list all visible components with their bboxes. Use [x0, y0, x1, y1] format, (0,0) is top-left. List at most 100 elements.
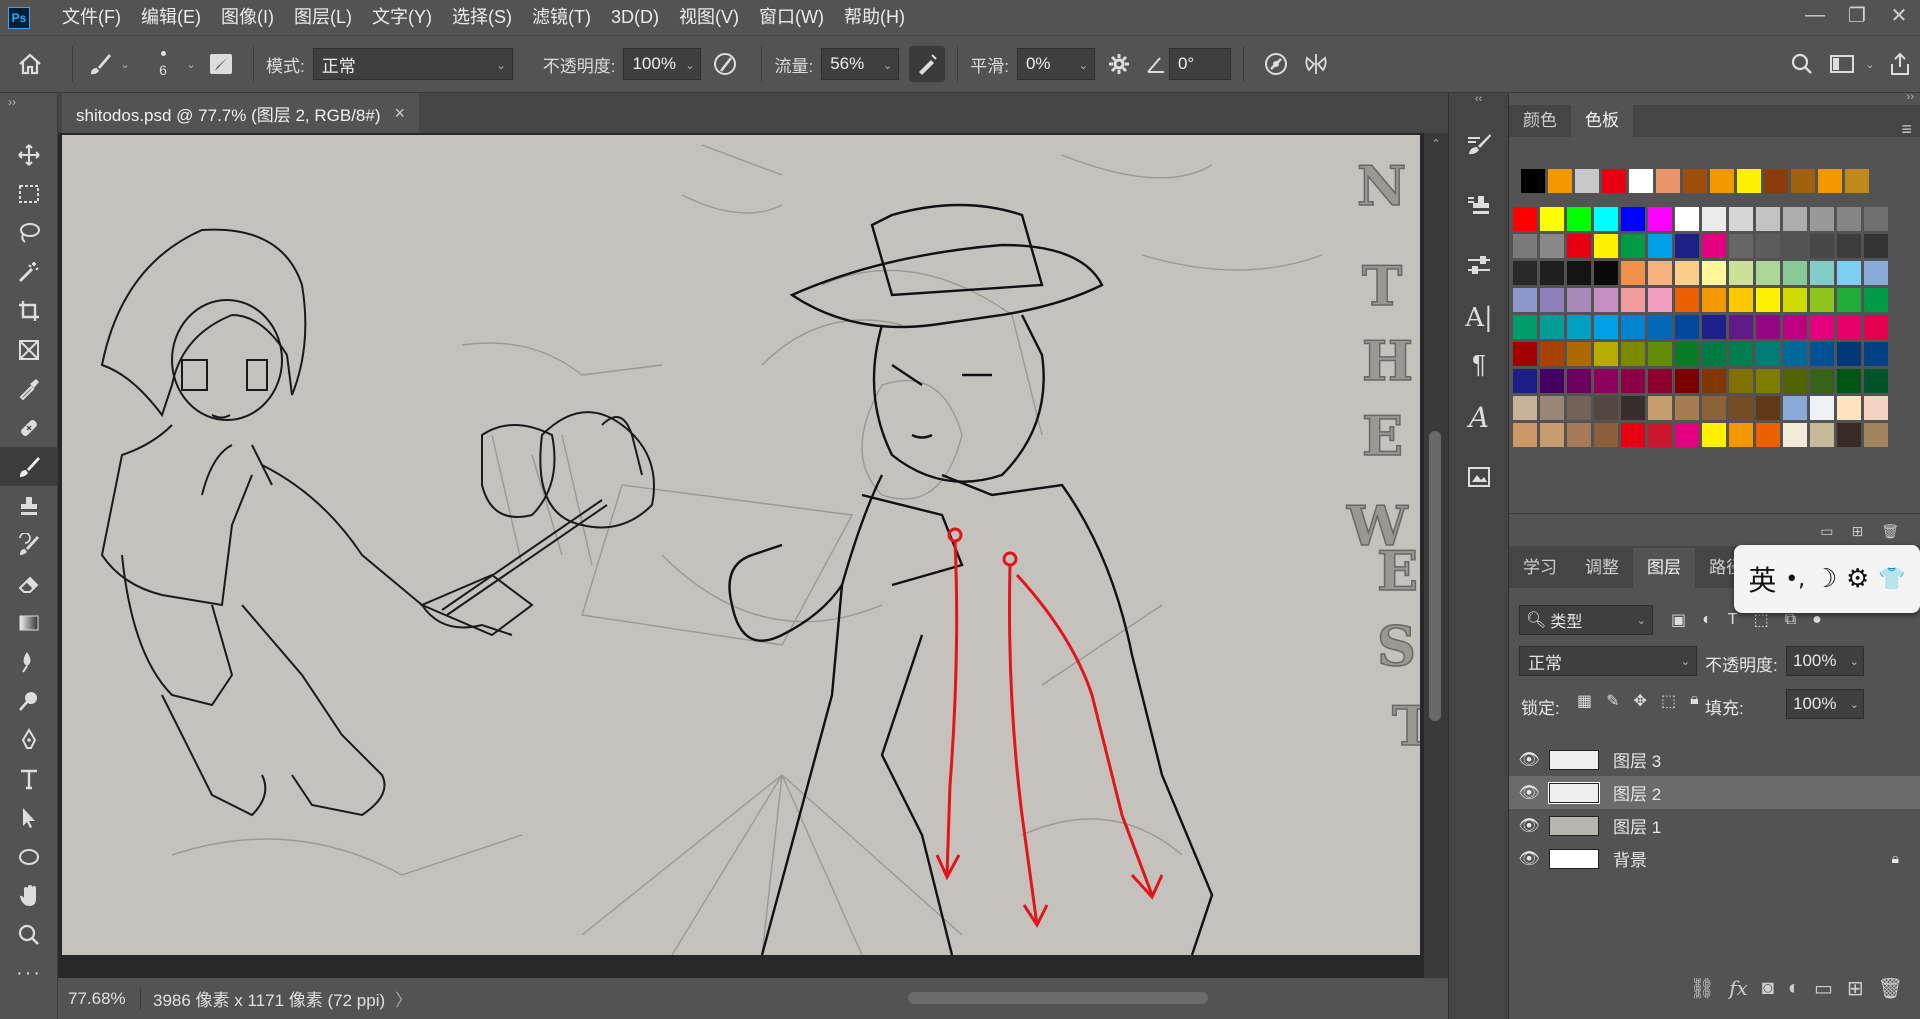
color-swatch[interactable] [1729, 234, 1753, 258]
color-swatch[interactable] [1594, 315, 1618, 339]
color-swatch[interactable] [1837, 234, 1861, 258]
color-swatch[interactable] [1648, 423, 1672, 447]
fx-icon[interactable]: fx [1729, 976, 1748, 1000]
color-swatch[interactable] [1702, 396, 1726, 420]
color-swatch[interactable] [1783, 369, 1807, 393]
color-swatch[interactable] [1513, 423, 1537, 447]
color-swatch[interactable] [1756, 261, 1780, 285]
tab-layers[interactable]: 图层 [1633, 548, 1695, 588]
color-swatch[interactable] [1540, 423, 1564, 447]
color-swatch[interactable] [1702, 315, 1726, 339]
color-swatch[interactable] [1702, 288, 1726, 312]
lock-paint-icon[interactable]: ✎ [1606, 691, 1619, 711]
color-swatch[interactable] [1729, 288, 1753, 312]
delete-layer-icon[interactable]: 🗑 [1878, 976, 1903, 1001]
pen-tool-icon[interactable] [0, 720, 58, 759]
menu-file[interactable]: 文件(F) [52, 0, 131, 35]
marquee-tool-icon[interactable] [0, 174, 58, 213]
layer-filter-select[interactable]: 🔍︎ 类型 ⌄ [1519, 605, 1653, 635]
color-swatch[interactable] [1702, 369, 1726, 393]
color-swatch[interactable] [1594, 423, 1618, 447]
color-swatch[interactable] [1783, 396, 1807, 420]
blend-mode-select[interactable]: 正常 ⌄ [1519, 646, 1697, 676]
home-icon[interactable] [0, 52, 60, 76]
dodge-tool-icon[interactable] [0, 681, 58, 720]
new-layer-icon[interactable]: ⊞ [1847, 976, 1864, 1001]
color-swatch[interactable] [1521, 169, 1545, 193]
vertical-scrollbar[interactable]: ⌃ [1424, 133, 1448, 978]
color-swatch[interactable] [1864, 396, 1888, 420]
color-swatch[interactable] [1864, 423, 1888, 447]
chevron-down-icon[interactable]: ⌄ [1860, 58, 1880, 71]
tab-adjustments[interactable]: 调整 [1571, 548, 1633, 588]
color-swatch[interactable] [1810, 234, 1834, 258]
share-icon[interactable] [1880, 52, 1920, 76]
color-swatch[interactable] [1648, 396, 1672, 420]
canvas-area[interactable]: N T H E W E S T [58, 133, 1448, 978]
workspace-icon[interactable] [1824, 54, 1860, 74]
color-swatch[interactable] [1756, 342, 1780, 366]
visibility-eye-icon[interactable]: 👁︎ [1509, 816, 1549, 836]
color-swatch[interactable] [1756, 207, 1780, 231]
more-tools-icon[interactable]: ··· [0, 954, 58, 993]
color-swatch[interactable] [1756, 396, 1780, 420]
color-swatch[interactable] [1540, 261, 1564, 285]
color-swatch[interactable] [1791, 169, 1815, 193]
gear-icon[interactable] [1095, 52, 1143, 76]
pixel-filter-icon[interactable]: ▣ [1671, 610, 1686, 630]
libraries-panel-icon[interactable] [1449, 447, 1509, 507]
menu-layer[interactable]: 图层(L) [284, 0, 362, 35]
crop-tool-icon[interactable] [0, 291, 58, 330]
type-filter-icon[interactable]: T [1728, 611, 1738, 629]
color-swatch[interactable] [1702, 207, 1726, 231]
zoom-level[interactable]: 77.68% [68, 989, 128, 1009]
color-swatch[interactable] [1683, 169, 1707, 193]
color-swatch[interactable] [1810, 315, 1834, 339]
visibility-eye-icon[interactable]: 👁︎ [1509, 783, 1549, 803]
trash-icon[interactable]: 🗑 [1881, 523, 1899, 541]
color-swatch[interactable] [1648, 315, 1672, 339]
color-swatch[interactable] [1648, 342, 1672, 366]
color-swatch[interactable] [1864, 288, 1888, 312]
color-swatch[interactable] [1621, 342, 1645, 366]
path-selection-tool-icon[interactable] [0, 798, 58, 837]
menu-select[interactable]: 选择(S) [442, 0, 522, 35]
color-swatch[interactable] [1702, 342, 1726, 366]
color-swatch[interactable] [1594, 396, 1618, 420]
collapse-strip-icon[interactable]: ‹‹ [1449, 93, 1508, 115]
color-swatch[interactable] [1540, 315, 1564, 339]
menu-image[interactable]: 图像(I) [211, 0, 284, 35]
shape-filter-icon[interactable]: ⬚ [1754, 610, 1769, 630]
opacity-input[interactable]: 100% ⌄ [623, 48, 702, 80]
color-swatch[interactable] [1837, 288, 1861, 312]
brush-settings-icon[interactable] [1449, 115, 1509, 175]
color-swatch[interactable] [1818, 169, 1842, 193]
color-swatch[interactable] [1602, 169, 1626, 193]
brush-settings-panel-icon[interactable] [201, 52, 241, 76]
horizontal-scroll-thumb[interactable] [908, 992, 1208, 1004]
adjustment-filter-icon[interactable]: ◐ [1702, 611, 1712, 629]
color-swatch[interactable] [1864, 234, 1888, 258]
smart-object-filter-icon[interactable]: ⧉ [1785, 611, 1796, 629]
layer-opacity-input[interactable]: 100% ⌄ [1786, 646, 1864, 676]
moon-icon[interactable]: ☽ [1814, 564, 1837, 594]
color-swatch[interactable] [1621, 423, 1645, 447]
color-swatch[interactable] [1513, 288, 1537, 312]
color-swatch[interactable] [1540, 369, 1564, 393]
pressure-size-icon[interactable] [1256, 52, 1296, 76]
color-swatch[interactable] [1783, 315, 1807, 339]
minimize-button[interactable]: — [1794, 0, 1836, 30]
add-mask-icon[interactable]: ◙ [1762, 977, 1774, 1000]
history-brush-tool-icon[interactable] [0, 525, 58, 564]
adjust-sliders-icon[interactable] [1449, 235, 1509, 295]
gradient-tool-icon[interactable] [0, 603, 58, 642]
color-swatch[interactable] [1783, 234, 1807, 258]
color-swatch[interactable] [1837, 261, 1861, 285]
gear-icon[interactable]: ⚙ [1846, 564, 1869, 594]
color-swatch[interactable] [1837, 423, 1861, 447]
color-swatch[interactable] [1756, 423, 1780, 447]
color-swatch[interactable] [1648, 369, 1672, 393]
color-swatch[interactable] [1540, 234, 1564, 258]
color-swatch[interactable] [1837, 369, 1861, 393]
scroll-up-icon[interactable]: ⌃ [1424, 133, 1448, 150]
